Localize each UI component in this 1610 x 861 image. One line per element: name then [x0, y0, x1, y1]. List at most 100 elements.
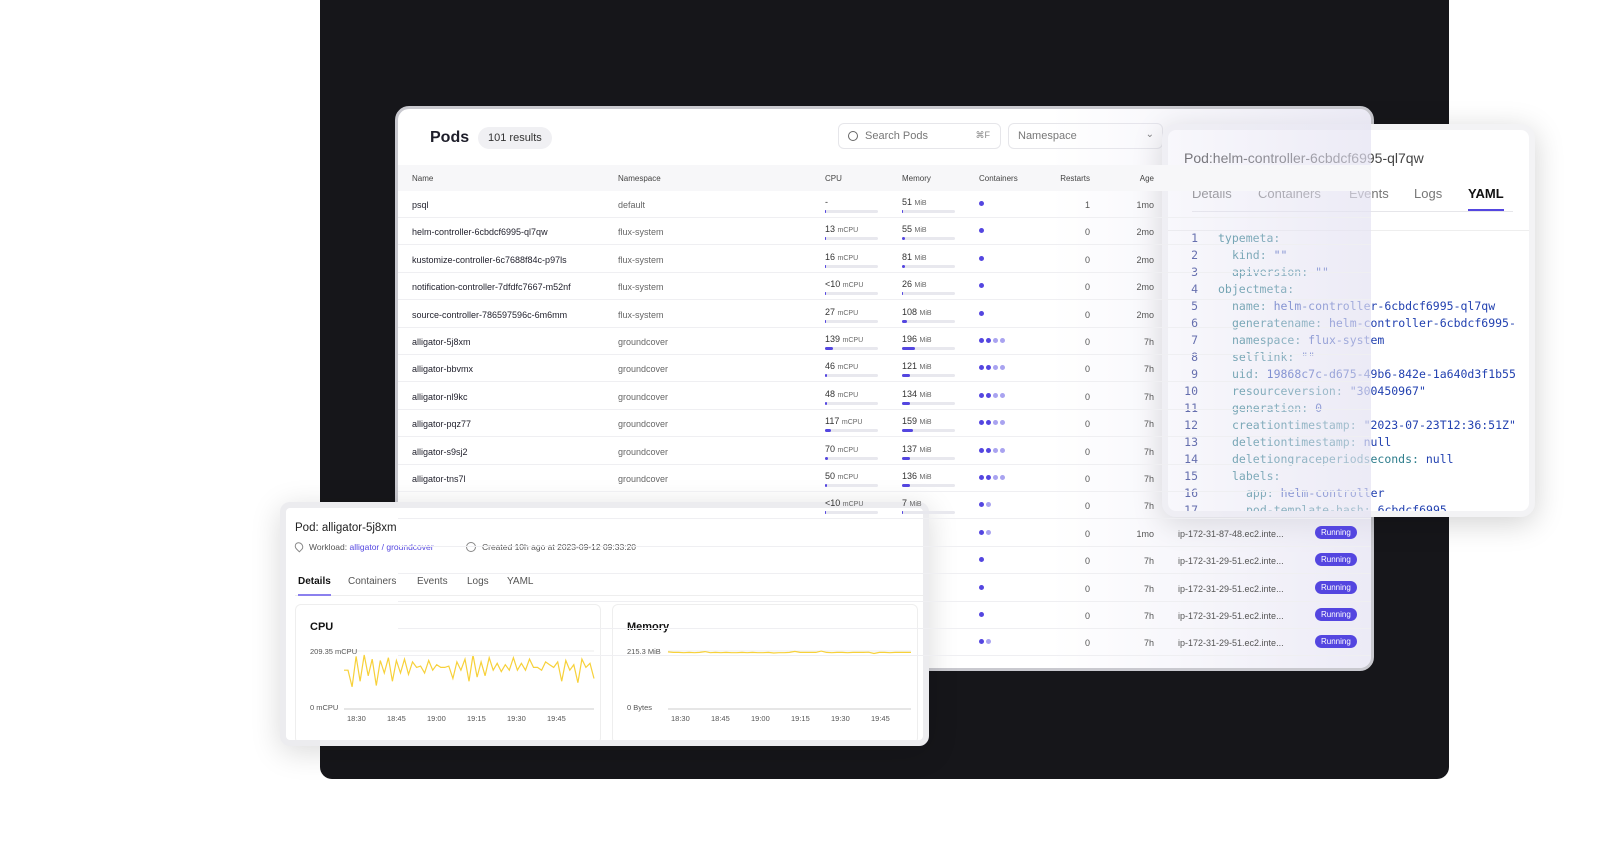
memory-value: 136 MiB: [902, 471, 932, 481]
pod-name[interactable]: alligator-nl9kc: [412, 392, 468, 402]
search-input[interactable]: Search Pods ⌘F: [838, 123, 1001, 149]
table-row[interactable]: alligator-bbvmx groundcover 46 mCPU 121 M…: [398, 355, 1371, 383]
table-row[interactable]: kustomize-controller-6c7688f84c-p97ls fl…: [398, 246, 1371, 273]
table-row[interactable]: notification-controller-7dfdfc7667-m52nf…: [398, 273, 1371, 301]
tab-logs[interactable]: Logs: [1414, 186, 1442, 201]
col-containers[interactable]: Containers: [979, 174, 1018, 183]
containers-status: [979, 228, 984, 234]
col-name[interactable]: Name: [412, 174, 433, 183]
x-tick-label: 18:30: [671, 714, 690, 723]
pod-name[interactable]: alligator-bbvmx: [412, 364, 473, 374]
container-dot: [993, 392, 998, 398]
pod-namespace: flux-system: [618, 254, 664, 265]
x-tick-label: 19:30: [507, 714, 526, 723]
tab-yaml[interactable]: YAML: [1468, 186, 1504, 211]
containers-status: [979, 612, 984, 617]
pod-namespace: groundcover: [618, 391, 669, 402]
x-tick-label: 18:45: [387, 714, 406, 723]
pod-namespace: groundcover: [618, 337, 669, 347]
col-cpu[interactable]: CPU: [825, 174, 842, 183]
y-tick-label: 0 Bytes: [627, 703, 652, 712]
pod-name[interactable]: psql: [412, 200, 429, 210]
cpu-value: -: [825, 197, 828, 207]
memory-bar: [902, 374, 955, 378]
table-row[interactable]: 0 7h ip-172-31-29-51.ec2.inte... Running: [398, 629, 1371, 657]
cpu-value: <10 mCPU: [825, 498, 864, 509]
pod-namespace: groundcover: [618, 364, 669, 375]
pod-name[interactable]: alligator-5j8xm: [412, 337, 471, 347]
table-row[interactable]: alligator-5j8xm groundcover 139 mCPU 196 …: [398, 328, 1371, 355]
yaml-value: 6cbdcf6995: [1377, 503, 1447, 517]
tab-details[interactable]: Details: [298, 576, 331, 596]
workload-label: Workload:: [309, 542, 348, 552]
container-dot: [979, 420, 984, 426]
pod-name[interactable]: kustomize-controller-6c7688f84c-p97ls: [412, 255, 567, 265]
cpu-value: 13 mCPU: [825, 224, 859, 235]
cpu-value: 50 mCPU: [825, 471, 859, 481]
table-row[interactable]: 0 7h ip-172-31-29-51.ec2.inte... Running: [398, 547, 1371, 575]
chevron-down-icon: ⌄: [1145, 129, 1154, 140]
restarts: 0: [1084, 282, 1090, 293]
cpu-bar: [825, 210, 878, 213]
col-age[interactable]: Age: [1098, 174, 1154, 183]
pod-name[interactable]: alligator-s9sj2: [412, 447, 468, 457]
containers-status: [979, 557, 984, 563]
restarts: 0: [1084, 556, 1090, 567]
pod-name[interactable]: alligator-pqz77: [412, 419, 471, 429]
age: 7h: [1143, 446, 1154, 457]
containers-status: [979, 639, 991, 645]
memory-value: 108 MiB: [902, 306, 932, 317]
containers-status: [979, 475, 1005, 480]
container-dot: [986, 639, 991, 645]
restarts: 0: [1084, 501, 1090, 512]
containers-status: [979, 502, 991, 508]
pod-name[interactable]: alligator-tns7l: [412, 474, 466, 484]
memory-value: 134 MiB: [902, 388, 932, 399]
tab-containers[interactable]: Containers: [348, 576, 396, 587]
node: ip-172-31-29-51.ec2.inte...: [1178, 583, 1284, 594]
table-row[interactable]: 0 1mo ip-172-31-87-48.ec2.inte... Running: [398, 520, 1371, 547]
containers-status: [979, 201, 984, 206]
restarts: 0: [1084, 364, 1090, 375]
restarts: 0: [1084, 309, 1090, 320]
table-row[interactable]: alligator-s9sj2 groundcover 70 mCPU 137 M…: [398, 438, 1371, 465]
x-tick-label: 18:30: [347, 714, 366, 723]
col-namespace[interactable]: Namespace: [618, 174, 661, 183]
table-row[interactable]: alligator-nl9kc groundcover 48 mCPU 134 M…: [398, 383, 1371, 410]
table-row[interactable]: 0 7h ip-172-31-29-51.ec2.inte... Running: [398, 602, 1371, 629]
table-row[interactable]: alligator-pqz77 groundcover 117 mCPU 159 …: [398, 410, 1371, 438]
table-row[interactable]: psql default - 51 MiB 1 1mo: [398, 191, 1371, 218]
status-badge: Running: [1315, 525, 1357, 539]
pod-name[interactable]: source-controller-786597596c-6m6mm: [412, 310, 567, 320]
namespace-select[interactable]: Namespace ⌄: [1008, 123, 1163, 149]
pod-name[interactable]: notification-controller-7dfdfc7667-m52nf: [412, 282, 571, 292]
table-row[interactable]: <10 mCPU 7 MiB 0 7h: [398, 492, 1371, 520]
pod-namespace: groundcover: [618, 446, 669, 457]
container-dot: [979, 201, 984, 206]
age: 2mo: [1136, 254, 1154, 265]
containers-status: [979, 529, 991, 535]
page-title: Pods: [430, 129, 470, 146]
memory-value: 196 MiB: [902, 334, 932, 344]
container-dot: [979, 447, 984, 453]
col-memory[interactable]: Memory: [902, 174, 931, 183]
pod-name[interactable]: helm-controller-6cbdcf6995-ql7qw: [412, 227, 548, 237]
table-row[interactable]: 0 7h ip-172-31-29-51.ec2.inte... Running: [398, 575, 1371, 602]
pod-namespace: default: [618, 200, 646, 210]
container-dot: [979, 283, 984, 289]
table-row[interactable]: source-controller-786597596c-6m6mm flux-…: [398, 301, 1371, 328]
search-shortcut: ⌘F: [975, 130, 991, 140]
table-row[interactable]: alligator-tns7l groundcover 50 mCPU 136 M…: [398, 465, 1371, 492]
col-restarts[interactable]: Restarts: [1038, 174, 1090, 183]
container-dot: [979, 584, 984, 590]
memory-bar: [902, 292, 955, 296]
table-row[interactable]: helm-controller-6cbdcf6995-ql7qw flux-sy…: [398, 218, 1371, 246]
status-badge: Running: [1315, 635, 1357, 649]
memory-bar: [902, 264, 955, 268]
x-tick-label: 19:45: [871, 714, 890, 723]
age: 1mo: [1136, 200, 1154, 210]
age: 1mo: [1136, 528, 1154, 539]
restarts: 0: [1084, 611, 1090, 621]
cpu-bar: [825, 429, 878, 433]
x-tick-label: 19:30: [831, 714, 850, 723]
